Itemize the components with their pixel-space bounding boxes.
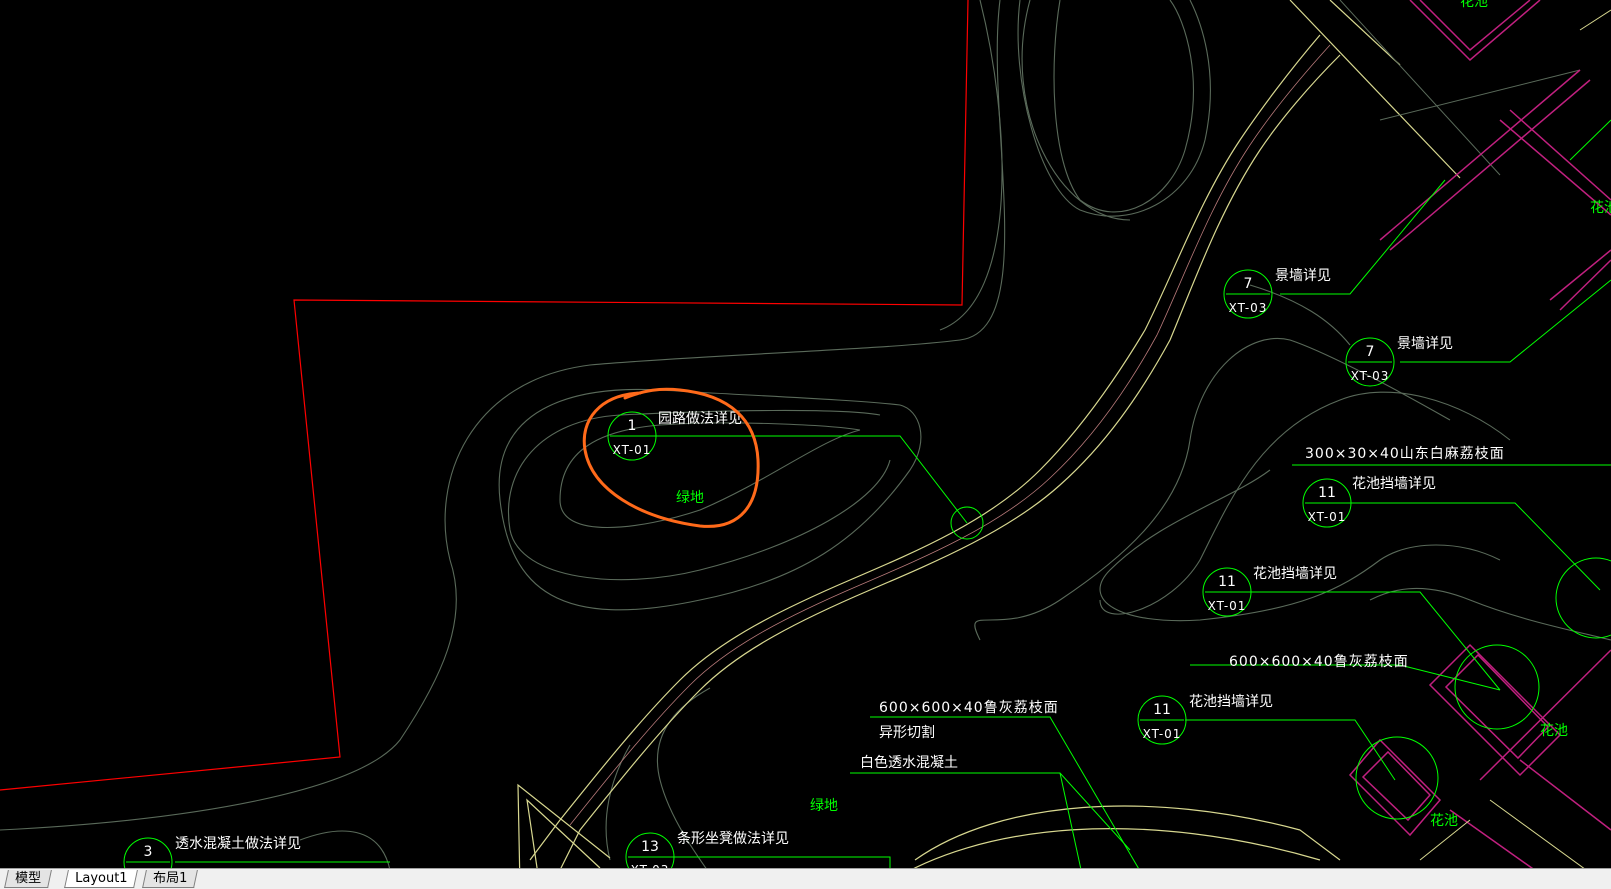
note-special-cut: 异形切割 [879, 724, 935, 741]
note-permeable-concrete: 白色透水混凝土 [860, 754, 958, 771]
area-flower-bed-top: 花池 [1460, 0, 1488, 10]
svg-text:花池挡墙详见: 花池挡墙详见 [1253, 566, 1337, 582]
svg-text:园路做法详见: 园路做法详见 [658, 411, 742, 427]
cad-drawing-canvas[interactable]: 1 XT-01 园路做法详见 7 XT-03 景墙详见 7 XT-03 景墙详见… [0, 0, 1611, 888]
svg-text:7: 7 [1244, 276, 1253, 292]
callout-11-xt01-b[interactable]: 11 XT-01 花池挡墙详见 [1202, 566, 1337, 617]
svg-text:XT-03: XT-03 [1351, 369, 1390, 383]
svg-text:花池挡墙详见: 花池挡墙详见 [1189, 694, 1273, 710]
svg-text:透水混凝土做法详见: 透水混凝土做法详见 [175, 836, 301, 852]
svg-text:1: 1 [628, 418, 637, 434]
contour-lines [0, 0, 1611, 888]
area-green-space-2: 绿地 [810, 798, 838, 814]
svg-text:花池挡墙详见: 花池挡墙详见 [1352, 476, 1436, 492]
note-gray-600-right: 600×600×40鲁灰荔枝面 [1229, 654, 1409, 670]
svg-text:11: 11 [1218, 574, 1236, 590]
svg-text:景墙详见: 景墙详见 [1275, 268, 1331, 284]
tab-layout-bu-ju-1[interactable]: 布局1 [142, 870, 199, 888]
svg-text:XT-01: XT-01 [1308, 510, 1347, 524]
svg-text:11: 11 [1153, 702, 1171, 718]
area-flower-bed-right: 花池 [1590, 200, 1611, 216]
svg-text:XT-01: XT-01 [1208, 599, 1247, 613]
note-granite-300: 300×30×40山东白麻荔枝面 [1305, 446, 1505, 462]
svg-text:景墙详见: 景墙详见 [1397, 336, 1453, 352]
layout-tab-bar: 模型 Layout1 布局1 [0, 868, 1611, 889]
tab-model[interactable]: 模型 [4, 870, 52, 888]
svg-text:3: 3 [144, 844, 153, 860]
plaza-structures [879, 0, 1611, 888]
svg-text:条形坐凳做法详见: 条形坐凳做法详见 [677, 830, 789, 847]
callout-11-xt01-c[interactable]: 11 XT-01 花池挡墙详见 [1137, 694, 1273, 745]
svg-text:13: 13 [641, 839, 659, 855]
tab-layout1[interactable]: Layout1 [64, 870, 139, 888]
orange-markup-circle [582, 387, 760, 528]
svg-text:7: 7 [1366, 344, 1375, 360]
leader-lines [175, 179, 1611, 888]
callout-7-xt03-a[interactable]: 7 XT-03 景墙详见 [1223, 268, 1331, 319]
note-gray-600-left: 600×600×40鲁灰荔枝面 [879, 700, 1059, 716]
site-boundary-line [0, 0, 969, 791]
svg-text:11: 11 [1318, 485, 1336, 501]
area-flower-bed-bottom: 花池 [1430, 813, 1458, 829]
svg-text:XT-03: XT-03 [1229, 301, 1268, 315]
callout-7-xt03-b[interactable]: 7 XT-03 景墙详见 [1345, 336, 1453, 387]
svg-text:XT-01: XT-01 [1143, 727, 1182, 741]
callout-11-xt01-a[interactable]: 11 XT-01 花池挡墙详见 [1302, 476, 1436, 528]
area-flower-bed-mid: 花池 [1540, 723, 1568, 739]
svg-text:XT-01: XT-01 [613, 443, 652, 457]
area-green-space-1: 绿地 [676, 490, 704, 506]
